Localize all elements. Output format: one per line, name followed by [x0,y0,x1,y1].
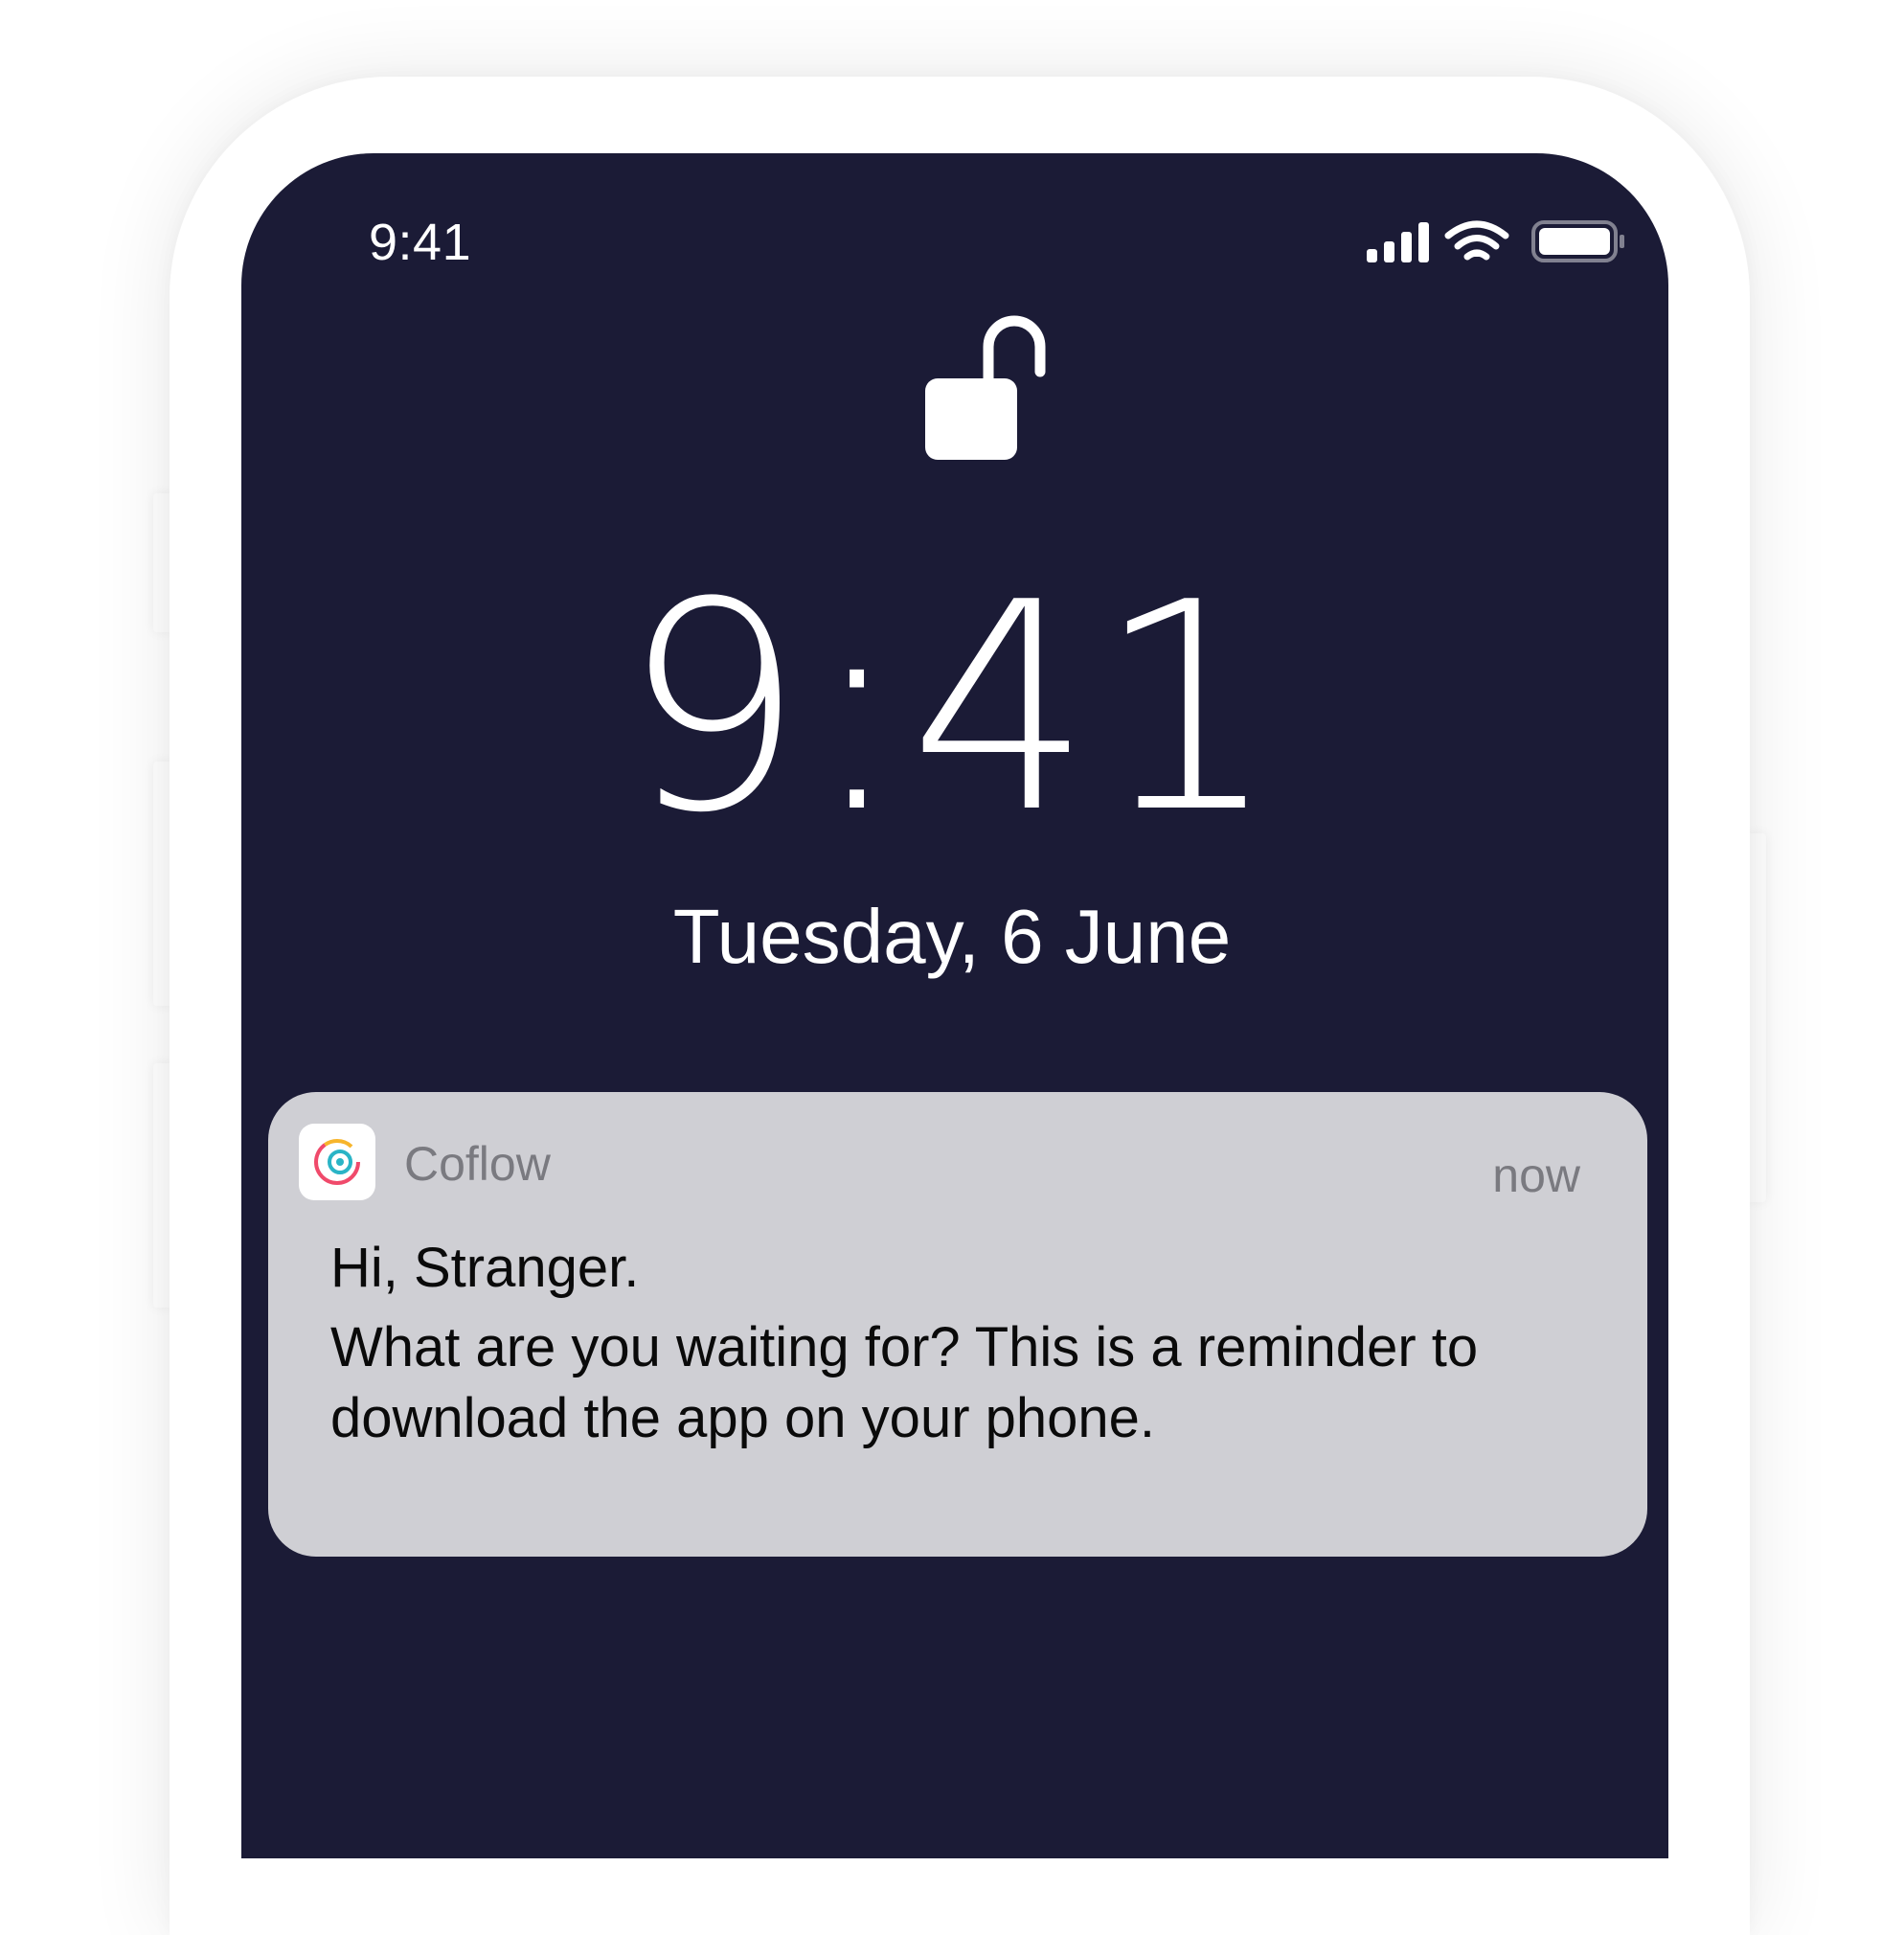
notification-time: now [1492,1149,1580,1202]
notification-body: What are you waiting for? This is a remi… [330,1316,1479,1449]
phone-power-button [1747,833,1766,1202]
coflow-logo-icon [314,1139,360,1185]
status-bar-icons [1367,220,1624,262]
battery-icon [1531,220,1624,262]
lock-screen-clock: 9:41 [622,541,1282,876]
unlocked-padlock-icon [925,315,1046,460]
wifi-icon [1444,220,1509,261]
notification-app-name: Coflow [404,1137,551,1191]
notification-title: Hi, Stranger. [330,1237,640,1299]
cellular-signal-icon [1367,222,1429,262]
status-bar-time: 9:41 [369,214,472,271]
notification-card[interactable]: Coflow now Hi, Stranger. What are you wa… [268,1092,1647,1557]
lock-screen-date: Tuesday, 6 June [672,894,1232,979]
coflow-app-icon [299,1124,375,1200]
